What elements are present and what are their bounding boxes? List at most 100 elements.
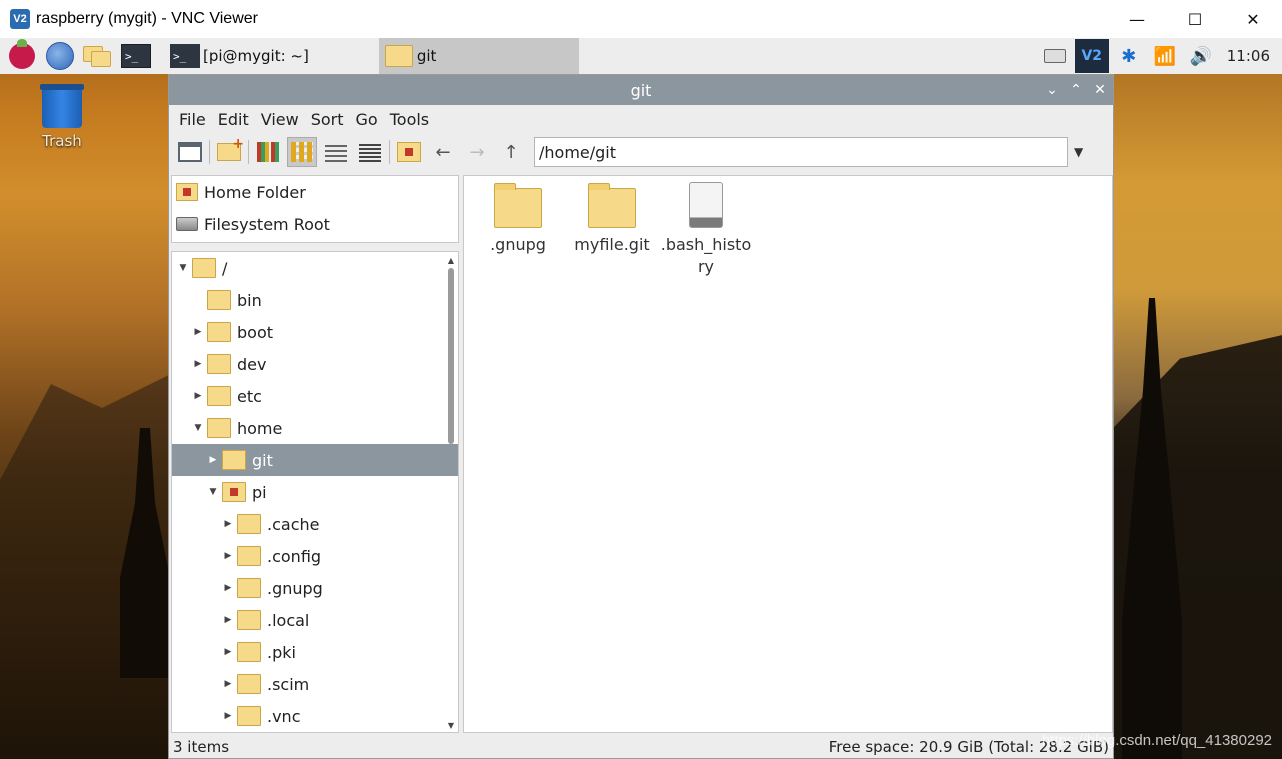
close-button[interactable]: ✕ bbox=[1224, 0, 1282, 38]
expander-icon[interactable]: ▶ bbox=[221, 647, 235, 657]
new-folder-icon bbox=[217, 136, 244, 161]
expander-icon[interactable]: ▶ bbox=[206, 455, 220, 465]
tree-item-label: bin bbox=[237, 290, 262, 310]
expander-icon[interactable]: ▶ bbox=[191, 391, 205, 401]
tree-item[interactable]: bin bbox=[172, 284, 458, 316]
new-folder-button[interactable] bbox=[214, 136, 244, 167]
expander-icon[interactable]: ▶ bbox=[191, 359, 205, 369]
detailed-list-view-button[interactable] bbox=[355, 137, 385, 167]
home-icon bbox=[397, 142, 421, 162]
home-button[interactable] bbox=[394, 137, 424, 167]
tree-item-label: .local bbox=[267, 610, 310, 630]
vnc-server-icon[interactable]: V2 bbox=[1074, 39, 1109, 73]
tree-item[interactable]: ▶ .config bbox=[172, 540, 458, 572]
up-button[interactable]: ↑ bbox=[496, 137, 526, 167]
toolbar: ← → ↑ /home/git ▼ bbox=[169, 133, 1113, 171]
tree-scrollbar[interactable]: ▲ ▼ bbox=[446, 256, 456, 730]
desktop-trash[interactable]: Trash bbox=[30, 84, 94, 150]
wifi-icon[interactable]: 📶 bbox=[1147, 38, 1183, 74]
place-filesystem-root[interactable]: Filesystem Root bbox=[172, 208, 458, 240]
scroll-thumb[interactable] bbox=[448, 268, 454, 444]
expander-icon[interactable]: ▼ bbox=[176, 263, 190, 273]
taskbar-item-terminal[interactable]: >_ [pi@mygit: ~] bbox=[164, 38, 315, 74]
taskbar-item-git[interactable]: git bbox=[378, 38, 579, 74]
expander-icon[interactable]: ▼ bbox=[206, 487, 220, 497]
icon-view-button[interactable] bbox=[287, 137, 317, 167]
file-name: .bash_history bbox=[660, 235, 752, 276]
expander-icon[interactable]: ▶ bbox=[221, 583, 235, 593]
volume-icon[interactable]: 🔊 bbox=[1183, 38, 1219, 74]
file-item-document[interactable]: .bash_history bbox=[660, 182, 752, 278]
keyboard-icon[interactable] bbox=[1037, 38, 1073, 74]
tree-item[interactable]: ▶ boot bbox=[172, 316, 458, 348]
file-item-folder[interactable]: myfile.git bbox=[566, 182, 658, 256]
expander-icon[interactable]: ▶ bbox=[221, 551, 235, 561]
path-input[interactable]: /home/git bbox=[534, 137, 1068, 167]
tree-item[interactable]: ▶ etc bbox=[172, 380, 458, 412]
menu-sort[interactable]: Sort bbox=[305, 110, 350, 129]
folder-icon bbox=[384, 45, 413, 67]
tree-item-label: dev bbox=[237, 354, 267, 374]
tree-item[interactable]: ▶ .local bbox=[172, 604, 458, 636]
taskbar-item-label: [pi@mygit: ~] bbox=[203, 47, 309, 65]
tree-item[interactable]: ▶ .scim bbox=[172, 668, 458, 700]
maximize-button[interactable]: ☐ bbox=[1166, 0, 1224, 38]
menu-edit[interactable]: Edit bbox=[212, 110, 255, 129]
minimize-button[interactable]: — bbox=[1108, 0, 1166, 38]
bluetooth-icon[interactable]: ✱ bbox=[1111, 38, 1147, 74]
terminal-icon: >_ bbox=[121, 44, 151, 68]
tree-item[interactable]: ▶ .gnupg bbox=[172, 572, 458, 604]
file-manager-titlebar[interactable]: git ⌄ ⌃ ✕ bbox=[169, 75, 1113, 105]
expander-icon[interactable]: ▶ bbox=[221, 615, 235, 625]
icon-view-icon bbox=[291, 142, 313, 162]
file-item-folder[interactable]: .gnupg bbox=[472, 182, 564, 256]
expander-icon[interactable]: ▶ bbox=[221, 679, 235, 689]
terminal-launcher[interactable]: >_ bbox=[120, 40, 152, 72]
tree-item[interactable]: ▼ / bbox=[172, 252, 458, 284]
expander-icon[interactable]: ▶ bbox=[221, 519, 235, 529]
compact-view-button[interactable] bbox=[321, 137, 351, 167]
minimize-button[interactable]: ⌄ bbox=[1045, 82, 1059, 98]
expander-icon[interactable]: ▶ bbox=[221, 711, 235, 721]
menu-file[interactable]: File bbox=[173, 110, 212, 129]
folder-icon bbox=[237, 578, 261, 598]
tree-item[interactable]: ▶ .pki bbox=[172, 636, 458, 668]
raspberry-menu-button[interactable] bbox=[6, 39, 38, 72]
thumbnail-view-button[interactable] bbox=[253, 137, 283, 167]
tree-item[interactable]: ▼ home bbox=[172, 412, 458, 444]
menu-view[interactable]: View bbox=[255, 110, 305, 129]
maximize-button[interactable]: ⌃ bbox=[1069, 82, 1083, 98]
tree-item[interactable]: ▶ .cache bbox=[172, 508, 458, 540]
scroll-up-arrow[interactable]: ▲ bbox=[446, 256, 456, 265]
tree-item[interactable]: ▶ git bbox=[172, 444, 458, 476]
folder-icon bbox=[237, 642, 261, 662]
expander-icon[interactable]: ▼ bbox=[191, 423, 205, 433]
file-manager-title: git bbox=[630, 80, 652, 100]
vnc-app-icon: V2 bbox=[10, 9, 30, 29]
menu-tools[interactable]: Tools bbox=[384, 110, 435, 129]
new-window-icon bbox=[178, 142, 202, 162]
scroll-down-arrow[interactable]: ▼ bbox=[446, 721, 456, 730]
web-browser-launcher[interactable] bbox=[44, 40, 76, 72]
tree-item-label: .pki bbox=[267, 642, 296, 662]
forward-button[interactable]: → bbox=[462, 137, 492, 167]
tree-item-label: boot bbox=[237, 322, 274, 342]
place-home-folder[interactable]: Home Folder bbox=[172, 176, 458, 208]
tree-item[interactable]: ▶ .vnc bbox=[172, 700, 458, 732]
expander-icon[interactable]: ▶ bbox=[191, 327, 205, 337]
tree-item[interactable]: ▶ dev bbox=[172, 348, 458, 380]
path-history-dropdown[interactable]: ▼ bbox=[1074, 145, 1083, 159]
thumbnail-view-icon bbox=[257, 142, 279, 162]
clock[interactable]: 11:06 bbox=[1219, 47, 1282, 65]
folder-icon bbox=[237, 706, 261, 726]
item-count: 3 items bbox=[173, 738, 230, 756]
close-button[interactable]: ✕ bbox=[1093, 82, 1107, 98]
toolbar-separator bbox=[389, 140, 390, 164]
file-manager-launcher[interactable] bbox=[82, 40, 114, 72]
tree-item[interactable]: ▼ pi bbox=[172, 476, 458, 508]
tree-item-label: .gnupg bbox=[267, 578, 323, 598]
tree-item-label: .scim bbox=[267, 674, 310, 694]
new-window-button[interactable] bbox=[175, 137, 205, 167]
back-button[interactable]: ← bbox=[428, 137, 458, 167]
menu-go[interactable]: Go bbox=[350, 110, 384, 129]
